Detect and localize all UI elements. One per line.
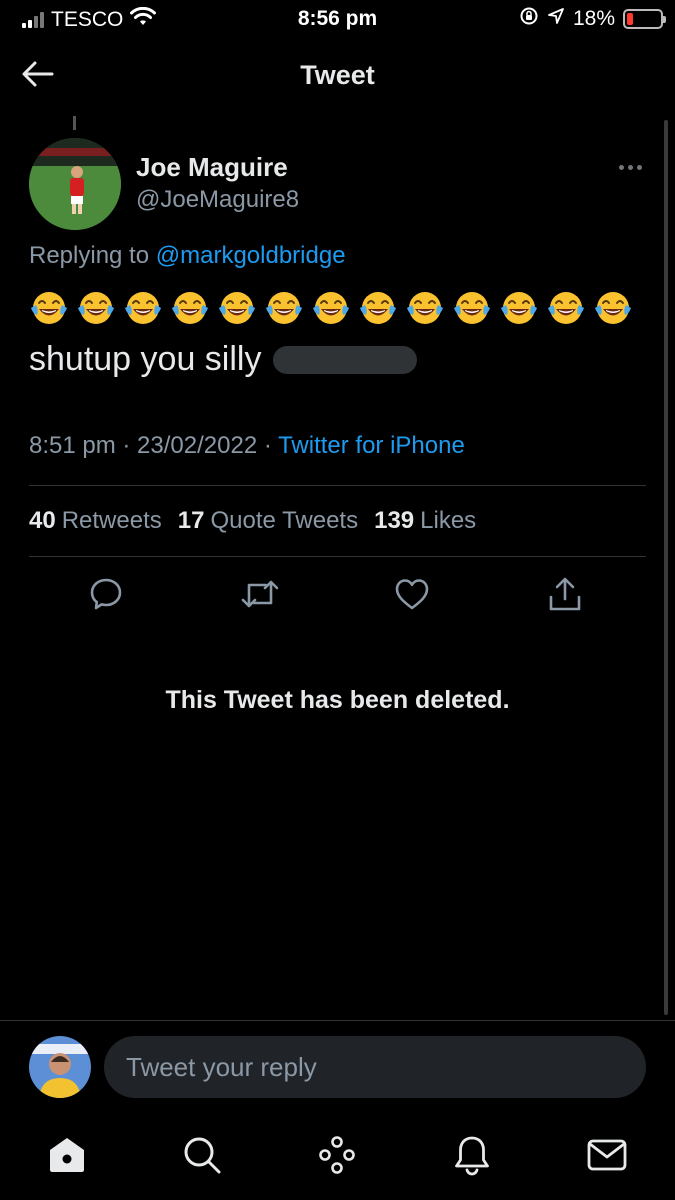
nav-search[interactable] xyxy=(177,1132,227,1182)
my-avatar[interactable] xyxy=(29,1036,91,1098)
more-dot xyxy=(627,164,633,170)
laughing-tears-emoji xyxy=(452,288,492,328)
tweet-text: shutup you silly xyxy=(29,340,418,379)
thread-connector xyxy=(73,116,76,130)
retweet-button[interactable] xyxy=(238,574,282,618)
like-icon xyxy=(394,577,430,616)
status-bar: TESCO 8:56 pm 18% xyxy=(0,0,675,40)
tweet-meta: 8:51 pm · 23/02/2022 · Twitter for iPhon… xyxy=(29,432,465,460)
emoji-row xyxy=(29,288,633,328)
nav-messages[interactable] xyxy=(582,1132,632,1182)
deleted-tweet-notice: This Tweet has been deleted. xyxy=(165,686,510,714)
reply-button[interactable] xyxy=(84,574,128,618)
author-avatar[interactable] xyxy=(29,138,121,230)
more-dot xyxy=(636,164,642,170)
share-button[interactable] xyxy=(543,574,587,618)
retweets-stat[interactable]: 40 Retweets xyxy=(29,507,162,535)
spaces-icon xyxy=(316,1134,358,1181)
nav-home[interactable] xyxy=(42,1132,92,1182)
notifications-icon xyxy=(452,1134,492,1181)
header: Tweet xyxy=(0,44,675,110)
divider xyxy=(29,485,646,486)
tweet-body: shutup you silly xyxy=(29,340,262,378)
divider xyxy=(29,556,646,557)
battery-icon xyxy=(623,9,666,29)
bottom-nav xyxy=(0,1120,675,1200)
scrollbar[interactable] xyxy=(664,120,668,1015)
tweet-stats: 40 Retweets 17 Quote Tweets 139 Likes xyxy=(29,507,476,535)
replying-prefix: Replying to xyxy=(29,242,150,269)
orientation-lock-icon xyxy=(519,6,539,32)
more-horizontal-icon xyxy=(618,164,624,170)
tweet-source-link[interactable]: Twitter for iPhone xyxy=(278,432,465,459)
tweet-actions xyxy=(0,574,675,620)
laughing-tears-emoji xyxy=(217,288,257,328)
laughing-tears-emoji xyxy=(593,288,633,328)
nav-notifications[interactable] xyxy=(447,1132,497,1182)
status-right: 18% xyxy=(519,6,666,32)
laughing-tears-emoji xyxy=(311,288,351,328)
laughing-tears-emoji xyxy=(264,288,304,328)
page-title: Tweet xyxy=(300,60,375,90)
reply-mention-link[interactable]: @markgoldbridge xyxy=(156,242,346,269)
location-icon xyxy=(547,7,565,31)
author-handle[interactable]: @JoeMaguire8 xyxy=(136,186,299,214)
battery-percent: 18% xyxy=(572,7,615,30)
laughing-tears-emoji xyxy=(29,288,69,328)
retweet-icon xyxy=(240,576,280,617)
reply-input[interactable] xyxy=(104,1036,646,1098)
messages-icon xyxy=(586,1137,628,1178)
redaction-bar xyxy=(273,345,418,374)
laughing-tears-emoji xyxy=(358,288,398,328)
retweets-label: Retweets xyxy=(61,507,162,534)
laughing-tears-emoji xyxy=(499,288,539,328)
likes-label: Likes xyxy=(420,507,477,534)
reply-icon xyxy=(88,576,124,617)
laughing-tears-emoji xyxy=(405,288,445,328)
quote-tweets-stat[interactable]: 17 Quote Tweets xyxy=(178,507,358,535)
replying-to: Replying to @markgoldbridge xyxy=(29,242,346,270)
share-icon xyxy=(547,575,583,618)
composer-divider xyxy=(0,1020,675,1021)
tweet-timestamp[interactable]: 8:51 pm · 23/02/2022 · xyxy=(29,432,272,459)
laughing-tears-emoji xyxy=(170,288,210,328)
laughing-tears-emoji xyxy=(123,288,163,328)
more-options-button[interactable] xyxy=(612,156,648,178)
search-icon xyxy=(182,1135,222,1180)
laughing-tears-emoji xyxy=(546,288,586,328)
like-button[interactable] xyxy=(390,574,434,618)
retweets-count: 40 xyxy=(29,507,56,534)
quote-tweets-label: Quote Tweets xyxy=(210,507,359,534)
laughing-tears-emoji xyxy=(76,288,116,328)
likes-stat[interactable]: 139 Likes xyxy=(374,507,476,535)
author-name[interactable]: Joe Maguire xyxy=(136,152,288,183)
home-icon xyxy=(47,1135,87,1180)
nav-spaces[interactable] xyxy=(312,1132,362,1182)
quote-tweets-count: 17 xyxy=(177,507,205,534)
battery-level-fill xyxy=(627,13,633,25)
likes-count: 139 xyxy=(374,507,415,534)
